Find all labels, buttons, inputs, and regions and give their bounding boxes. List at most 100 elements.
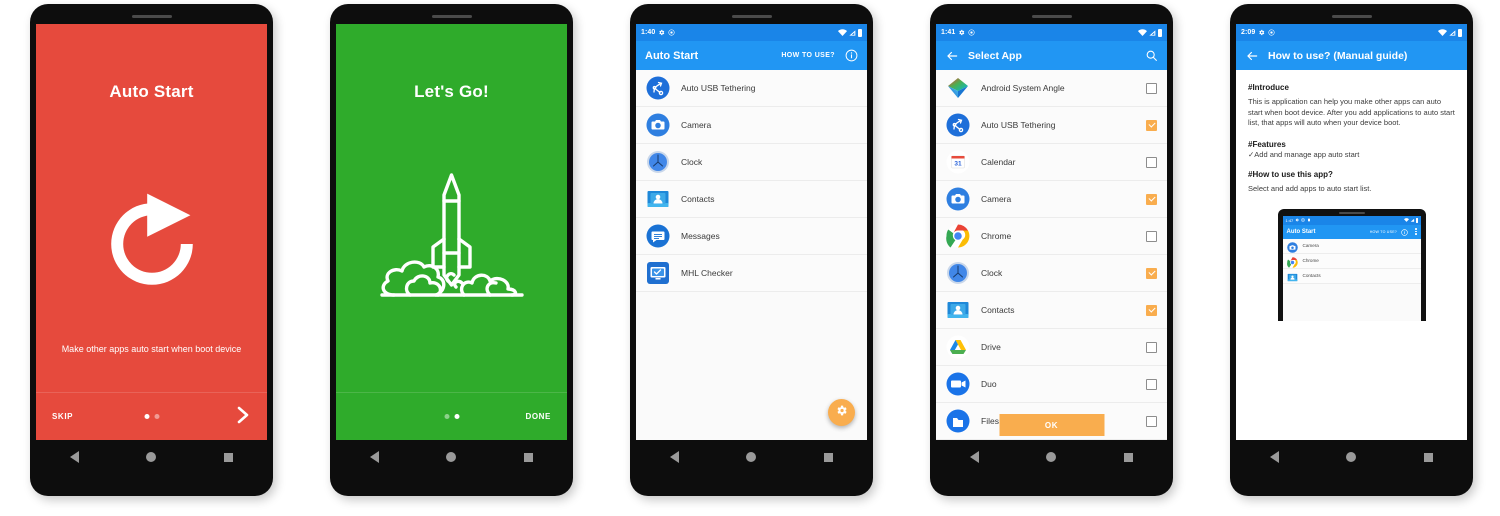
select-app-list[interactable]: Android System Angle Auto USB Tethering …: [936, 70, 1167, 440]
nav-recents-icon[interactable]: [224, 452, 234, 462]
page-dot-2[interactable]: [454, 414, 459, 419]
page-title: Let's Go!: [414, 82, 489, 101]
next-button[interactable]: [235, 406, 251, 428]
camera-icon: [1286, 240, 1298, 253]
drive-icon: [946, 335, 970, 359]
nav-home-icon[interactable]: [746, 452, 757, 462]
nav-back-icon[interactable]: [69, 451, 79, 463]
earpiece-speaker: [131, 15, 172, 18]
list-item[interactable]: 31 Calendar: [936, 144, 1167, 181]
list-item[interactable]: Clock: [636, 144, 867, 181]
wifi-icon: [1438, 29, 1447, 36]
ok-button[interactable]: OK: [999, 414, 1104, 436]
search-icon[interactable]: [1144, 49, 1158, 63]
skip-button[interactable]: SKIP: [52, 412, 73, 421]
nav-home-icon[interactable]: [446, 452, 457, 462]
mini-app-name: Chrome: [1302, 258, 1319, 264]
list-item[interactable]: Drive: [936, 329, 1167, 366]
battery-icon: [858, 28, 862, 37]
battery-icon: [1458, 28, 1462, 37]
nav-back-icon[interactable]: [369, 451, 379, 463]
nav-recents-icon[interactable]: [1424, 452, 1434, 462]
camera-icon: [946, 187, 970, 211]
list-item[interactable]: Auto USB Tethering: [636, 70, 867, 107]
nav-recents-icon[interactable]: [524, 452, 534, 462]
list-item[interactable]: Contacts: [936, 292, 1167, 329]
app-name: Contacts: [681, 194, 715, 204]
list-item[interactable]: Camera: [936, 181, 1167, 218]
app-checkbox[interactable]: [1146, 193, 1157, 205]
app-checkbox[interactable]: [1146, 304, 1157, 316]
app-name: Auto USB Tethering: [681, 83, 756, 93]
chrome-icon: [1286, 255, 1298, 268]
camera-icon: [646, 113, 670, 137]
rocket-launch-icon: [336, 144, 567, 344]
app-checkbox[interactable]: [1146, 378, 1157, 390]
nav-home-icon[interactable]: [1046, 452, 1057, 462]
app-name: Auto USB Tethering: [981, 120, 1056, 130]
app-checkbox[interactable]: [1146, 82, 1157, 94]
list-item[interactable]: Duo: [936, 366, 1167, 403]
phone-frame: 2:09 How to use? (Manual guide) #Introdu…: [1230, 4, 1473, 496]
page-title: How to use? (Manual guide): [1268, 49, 1408, 62]
app-checkbox[interactable]: [1146, 267, 1157, 279]
manual-guide-content: #Introduce This is application can help …: [1236, 70, 1467, 440]
settings-fab-button[interactable]: [828, 399, 855, 426]
page-dot-1[interactable]: [144, 414, 149, 419]
list-item[interactable]: Auto USB Tethering: [936, 107, 1167, 144]
status-bar: 2:09: [1236, 24, 1467, 41]
done-button[interactable]: DONE: [525, 412, 551, 421]
section-body-features: ✓Add and manage app auto start: [1248, 149, 1360, 159]
list-item[interactable]: MHL Checker: [636, 255, 867, 292]
app-checkbox[interactable]: [1146, 415, 1157, 427]
back-arrow-icon[interactable]: [1245, 49, 1259, 63]
nav-recents-icon[interactable]: [1124, 452, 1134, 462]
back-arrow-icon[interactable]: [945, 49, 959, 63]
page-dot-2[interactable]: [154, 414, 159, 419]
list-item[interactable]: Android System Angle: [936, 70, 1167, 107]
page-subtitle: Make other apps auto start when boot dev…: [61, 344, 242, 354]
screenshot-1: Auto Start Make other apps auto start wh…: [0, 0, 300, 516]
mini-circled-a-icon: [1301, 217, 1306, 223]
list-item[interactable]: Camera: [636, 107, 867, 144]
info-circle-icon[interactable]: [844, 49, 858, 63]
list-item[interactable]: Chrome: [936, 218, 1167, 255]
app-name: Duo: [981, 379, 997, 389]
circled-a-icon: [968, 29, 975, 36]
app-checkbox[interactable]: [1146, 341, 1157, 353]
app-name: Messages: [681, 231, 720, 241]
nav-home-icon[interactable]: [1346, 452, 1357, 462]
mini-app-name: Contacts: [1302, 273, 1321, 279]
list-item[interactable]: Contacts: [636, 181, 867, 218]
status-bar-clock: 1:40: [641, 29, 656, 36]
mini-list-item: Contacts: [1282, 268, 1421, 284]
auto-start-app-list[interactable]: Auto USB Tethering Camera Clock Contacts…: [636, 70, 867, 440]
nav-back-icon[interactable]: [969, 451, 979, 463]
mini-overflow-menu-icon: [1415, 228, 1417, 235]
section-heading-features: #Features: [1248, 139, 1286, 149]
screenshot-5: 2:09 How to use? (Manual guide) #Introdu…: [1200, 0, 1500, 516]
page-title: Auto Start: [109, 82, 194, 101]
app-checkbox[interactable]: [1146, 119, 1157, 131]
app-checkbox[interactable]: [1146, 156, 1157, 168]
list-item[interactable]: Clock: [936, 255, 1167, 292]
nav-back-icon[interactable]: [1269, 451, 1279, 463]
nav-recents-icon[interactable]: [824, 452, 834, 462]
gear-icon: [835, 404, 848, 422]
phone-frame: 1:41 Select App Android System Angle Aut…: [930, 4, 1173, 496]
wifi-icon: [1138, 29, 1147, 36]
list-item[interactable]: Messages: [636, 218, 867, 255]
android-nav-bar: [636, 440, 867, 474]
app-name: Drive: [981, 342, 1001, 352]
page-dot-1[interactable]: [444, 414, 449, 419]
nav-back-icon[interactable]: [669, 451, 679, 463]
wifi-icon: [838, 29, 847, 36]
screenshot-2: Let's Go! DONE: [300, 0, 600, 516]
messages-icon: [646, 224, 670, 248]
app-checkbox[interactable]: [1146, 230, 1157, 242]
app-bar: Auto Start HOW TO USE?: [636, 41, 867, 70]
nav-home-icon[interactable]: [146, 452, 157, 462]
onboarding-bottom-bar: DONE: [336, 392, 567, 440]
inline-screenshot-phone: 1:47 Auto Start HOW TO USE? Camera Chrom…: [1277, 208, 1426, 321]
how-to-use-button[interactable]: HOW TO USE?: [781, 52, 835, 59]
